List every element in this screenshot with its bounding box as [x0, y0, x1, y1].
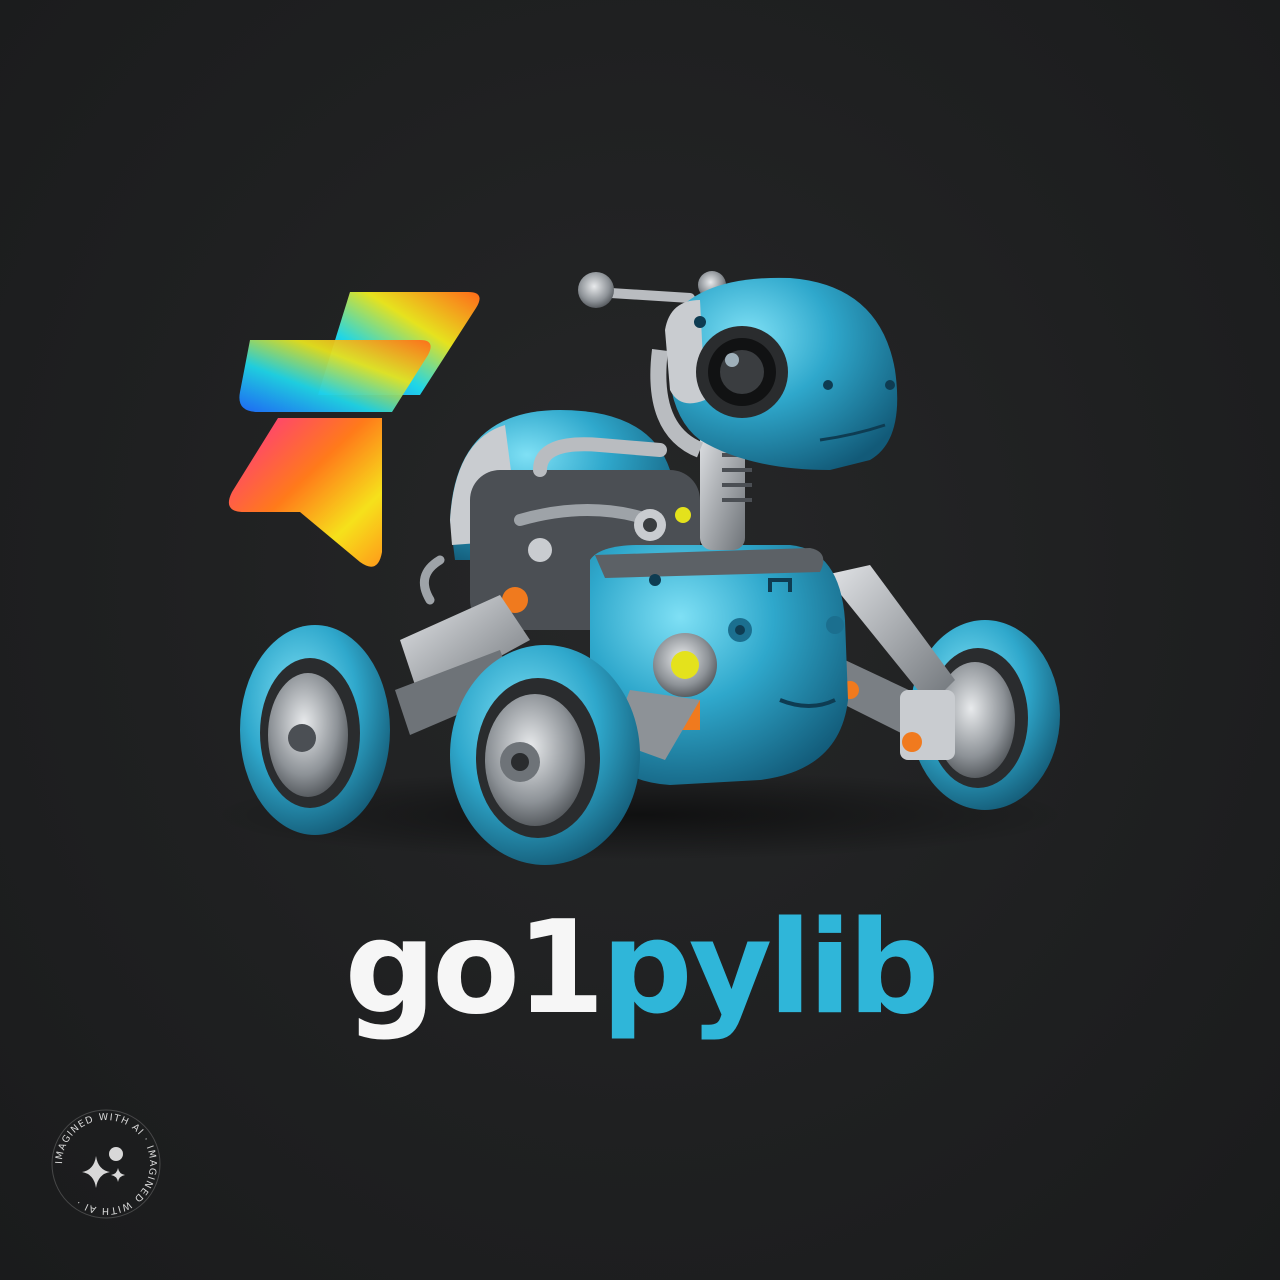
- product-wordmark: go1pylib: [0, 905, 1280, 1033]
- imagined-with-ai-badge: IMAGINED WITH AI · IMAGINED WITH AI ·: [51, 1109, 161, 1219]
- wordmark-blue-part: pylib: [601, 894, 939, 1043]
- artwork-canvas: go1pylib IMAGINED WITH AI · IMAGINED WIT…: [0, 0, 1280, 1280]
- badge-ring-text: IMAGINED WITH AI · IMAGINED WITH AI ·: [54, 1112, 158, 1216]
- gradient-chevron-logo-icon: [228, 292, 480, 567]
- rear-left-wheel: [240, 625, 390, 835]
- wordmark-white-part: go1: [344, 894, 605, 1043]
- robot-illustration: [210, 271, 1070, 865]
- sparkle-icon: [82, 1147, 125, 1188]
